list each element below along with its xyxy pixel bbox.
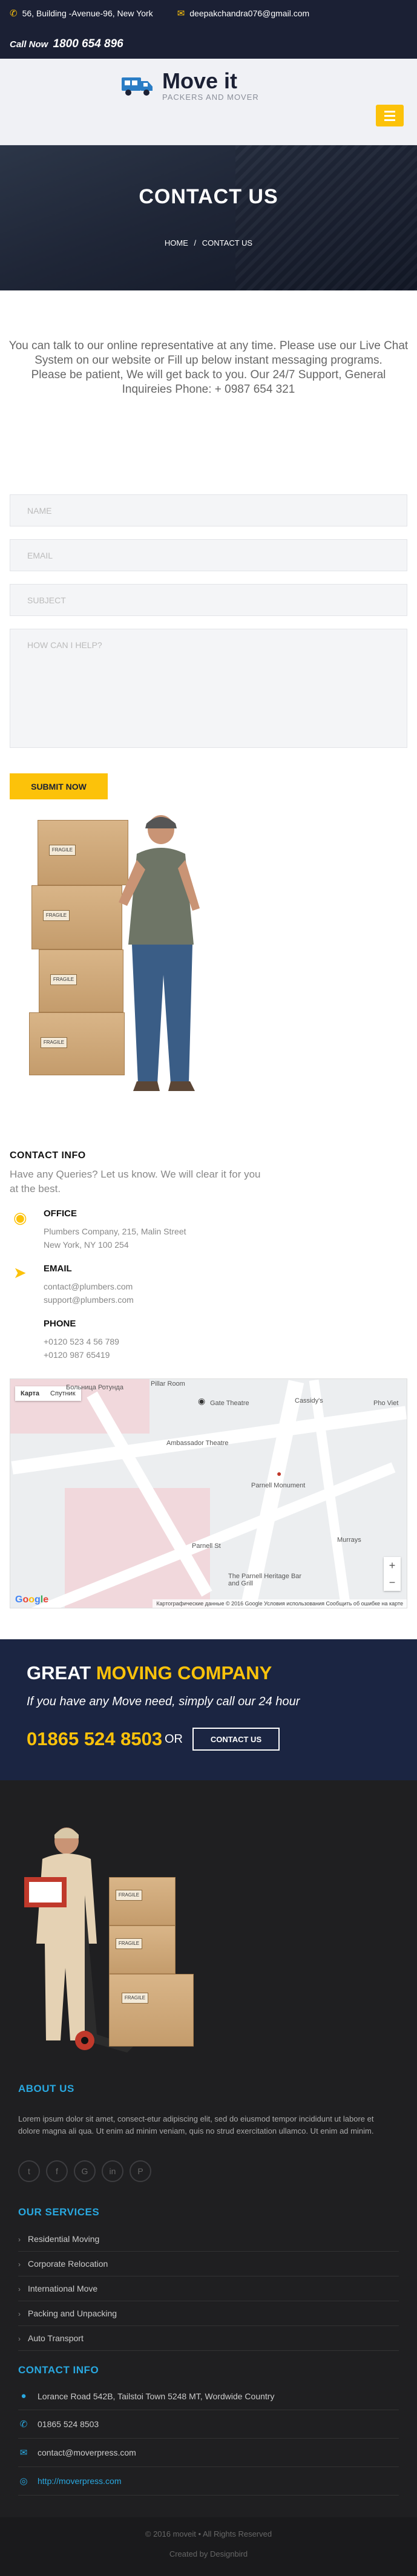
message-textarea[interactable]: HOW CAN I HELP? [10,629,407,748]
services-list: › Residential Moving › Corporate Relocatio… [18,2227,399,2351]
map-zoom-control[interactable]: + − [384,1557,401,1591]
footer-website[interactable]: ◎ http://moverpress.com [18,2467,399,2496]
copyright-bar: © 2016 moveit • All Rights Reserved Crea… [0,2517,417,2576]
submit-button[interactable]: SUBMIT NOW [10,773,108,799]
box: FRAGILE [39,949,123,1012]
contact-info-lead: Have any Queries? Let us know. We will c… [10,1168,261,1195]
logo-name: Move it [162,68,238,93]
service-item[interactable]: › Packing and Unpacking [18,2301,399,2326]
contact-us-button[interactable]: CONTACT US [192,1728,280,1751]
box: FRAGILE [31,885,122,949]
banner-or: OR [165,1732,183,1746]
facebook-icon[interactable]: f [46,2160,68,2182]
name-input[interactable]: NAME [10,494,407,526]
chevron-right-icon: › [18,2235,21,2244]
page-hero: CONTACT US HOME / CONTACT US [0,145,417,290]
subject-input[interactable]: SUBJECT [10,584,407,616]
service-item[interactable]: › International Move [18,2276,399,2301]
chevron-right-icon: › [18,2260,21,2269]
google-map[interactable]: Карта Спутник Больница Ротунда Pillar Ro… [10,1378,407,1608]
map-marker-icon: ● [21,2391,27,2401]
truck-logo-icon [121,74,154,98]
map-marker-icon[interactable]: ● [277,1469,281,1478]
zoom-out-button[interactable]: − [384,1574,401,1591]
envelope-icon: ✉ [19,2448,28,2458]
phone-icon: ✆ [10,8,18,19]
box: FRAGILE [29,1012,125,1075]
phone-icon: ✆ [19,2419,28,2430]
social-links: t f G in P [18,2160,399,2182]
twitter-icon[interactable]: t [18,2160,40,2182]
chevron-right-icon: › [18,2310,21,2318]
menu-toggle-button[interactable] [376,105,404,126]
site-header: Move it PACKERS AND MOVER [0,59,417,145]
envelope-icon: ✉ [177,8,185,19]
banner-subtitle: If you have any Move need, simply call o… [27,1695,300,1708]
phone-blank-icon [10,1319,44,1362]
google-plus-icon[interactable]: G [74,2160,96,2182]
globe-icon: ◎ [19,2476,28,2486]
map-attribution[interactable]: Картографические данные © 2016 Google Ус… [153,1599,407,1608]
banner-phone[interactable]: 01865 524 8503 [27,1728,162,1750]
top-email[interactable]: ✉ deepakchandra076@gmail.com [177,8,309,19]
email-item: ➤ EMAIL contact@plumbers.com support@plu… [10,1263,407,1306]
footer-phone[interactable]: ✆ 01865 524 8503 [18,2410,399,2439]
call-now[interactable]: Call Now 1800 654 896 [10,38,123,51]
footer-contact-title: CONTACT INFO [18,2364,99,2376]
footer-email[interactable]: ✉ contact@moverpress.com [18,2439,399,2467]
pinterest-icon[interactable]: P [130,2160,151,2182]
contact-info-title: CONTACT INFO [10,1150,86,1161]
box: FRAGILE [38,820,128,885]
phone-item: PHONE +0120 523 4 56 789 +0120 987 65419 [10,1319,407,1362]
contact-form: NAME EMAIL SUBJECT HOW CAN I HELP? SUBMI… [0,494,417,799]
services-title: OUR SERVICES [18,2206,100,2218]
footer-address: ● Lorance Road 542B, Tailstoi Town 5248 M… [18,2382,399,2410]
office-item: ◉ OFFICE Plumbers Company, 215, Malin St… [10,1208,407,1251]
mover-person-image [119,815,200,1091]
page-title: CONTACT US [139,185,278,208]
location-pin-icon: ◉ [13,1208,27,1227]
banner-title: GREAT MOVING COMPANY [27,1662,272,1683]
service-item[interactable]: › Corporate Relocation [18,2252,399,2276]
site-footer: FRAGILE FRAGILE FRAGILE ABOUT US Lorem i… [0,1780,417,2517]
footer-contact-list: ● Lorance Road 542B, Tailstoi Town 5248 M… [18,2382,399,2517]
top-address: ✆ 56, Building -Avenue-96, New York [10,8,153,19]
top-bar: ✆ 56, Building -Avenue-96, New York ✉ de… [0,0,417,59]
about-title: ABOUT US [18,2083,74,2094]
moving-banner: GREAT MOVING COMPANY If you have any Mov… [0,1639,417,1780]
service-item[interactable]: › Auto Transport [18,2326,399,2351]
zoom-in-button[interactable]: + [384,1557,401,1574]
service-item[interactable]: › Residential Moving [18,2227,399,2252]
contact-info-section: CONTACT INFO Have any Queries? Let us kn… [0,1150,417,1362]
copyright-text: © 2016 moveit • All Rights Reserved [145,2529,272,2538]
breadcrumb-home[interactable]: HOME [165,238,188,247]
linkedin-icon[interactable]: in [102,2160,123,2182]
chevron-right-icon: › [18,2285,21,2293]
breadcrumb-current: CONTACT US [202,238,253,247]
chevron-right-icon: › [18,2335,21,2343]
paper-plane-icon: ➤ [13,1263,27,1282]
email-input[interactable]: EMAIL [10,539,407,571]
footer-mover-image: FRAGILE FRAGILE FRAGILE [18,1780,399,2083]
mover-illustration: FRAGILE FRAGILE FRAGILE FRAGILE [0,799,417,1150]
google-logo: Google [15,1594,49,1605]
breadcrumb: HOME / CONTACT US [164,238,253,247]
contact-intro: You can talk to our online representativ… [8,339,409,396]
logo-tagline: PACKERS AND MOVER [162,93,259,102]
map-marker-icon[interactable]: ◉ [198,1396,205,1406]
credit-text[interactable]: Created by Designbird [0,2549,417,2558]
logo[interactable]: Move it PACKERS AND MOVER [121,70,259,102]
map-type-map[interactable]: Карта [15,1386,45,1401]
about-text: Lorem ipsum dolor sit amet, consect-etur… [18,2114,374,2135]
